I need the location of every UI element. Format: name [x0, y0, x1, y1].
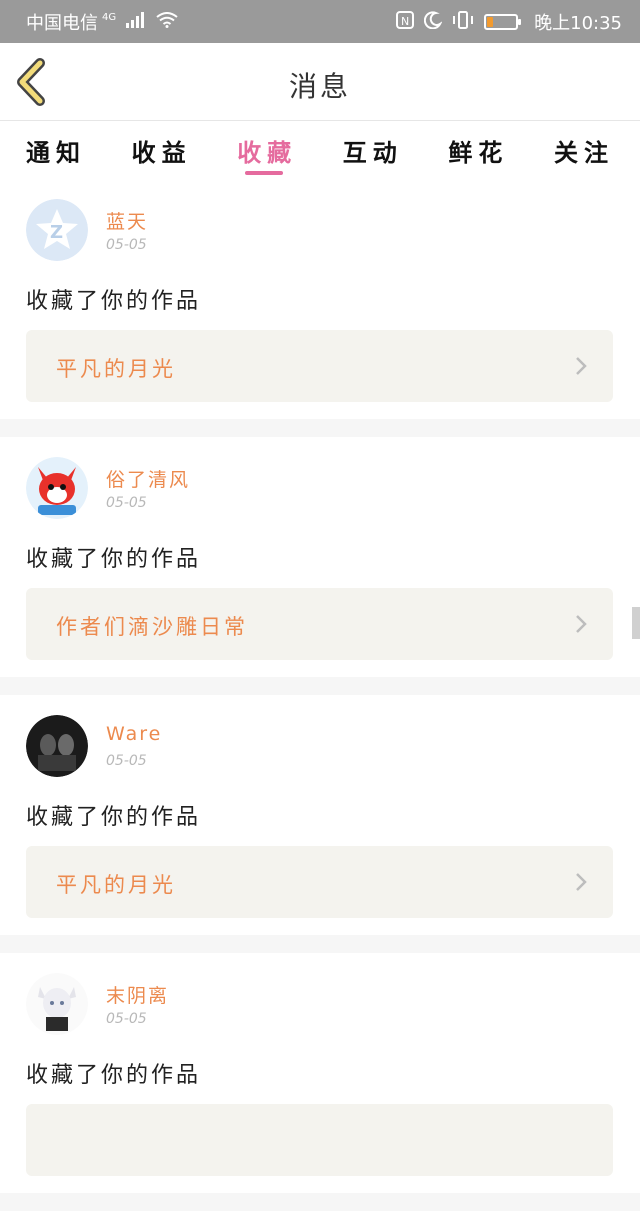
work-link[interactable]: 平凡的月光 — [26, 330, 613, 402]
vibrate-icon — [452, 10, 474, 33]
tab-favorites[interactable]: 收藏 — [237, 121, 297, 179]
tab-earnings[interactable]: 收益 — [132, 121, 192, 179]
svg-text:Z: Z — [50, 222, 63, 243]
username[interactable]: Ware — [106, 723, 162, 745]
username[interactable]: 末阴离 — [106, 981, 169, 1008]
nfc-icon: N — [396, 10, 415, 33]
work-title: 平凡的月光 — [56, 357, 176, 381]
chevron-right-icon — [576, 873, 587, 891]
avatar[interactable] — [26, 457, 88, 519]
username[interactable]: 俗了清风 — [106, 465, 190, 492]
avatar[interactable] — [26, 973, 88, 1035]
svg-text:N: N — [401, 15, 409, 28]
message-date: 05-05 — [106, 1011, 147, 1027]
message-date: 05-05 — [106, 753, 147, 769]
network-label: 4G — [102, 12, 117, 23]
action-text: 收藏了你的作品 — [26, 547, 202, 572]
tab-interaction[interactable]: 互动 — [343, 121, 403, 179]
status-time: 晚上10:35 — [534, 12, 622, 34]
avatar[interactable]: Z — [26, 199, 88, 261]
message-date: 05-05 — [106, 237, 147, 253]
signal-icon — [126, 11, 146, 32]
list-item: Ware 05-05 收藏了你的作品 平凡的月光 — [0, 695, 640, 935]
message-date: 05-05 — [106, 495, 147, 511]
message-list: Z 蓝天 05-05 收藏了你的作品 平凡的月光 俗了清风 05-05 收藏了你… — [0, 179, 640, 1211]
header: 消息 — [0, 43, 640, 121]
action-text: 收藏了你的作品 — [26, 805, 202, 830]
work-link[interactable] — [26, 1104, 613, 1176]
work-title: 平凡的月光 — [56, 873, 176, 897]
moon-icon — [424, 10, 443, 33]
work-title: 作者们滴沙雕日常 — [56, 615, 248, 639]
battery-icon — [484, 13, 522, 30]
default-star-avatar-icon: Z — [26, 199, 88, 261]
avatar[interactable] — [26, 715, 88, 777]
scrollbar[interactable] — [632, 607, 640, 639]
chevron-right-icon — [576, 615, 587, 633]
work-link[interactable]: 作者们滴沙雕日常 — [26, 588, 613, 660]
list-item: Z 蓝天 05-05 收藏了你的作品 平凡的月光 — [0, 179, 640, 419]
username[interactable]: 蓝天 — [106, 207, 148, 234]
dark-photo-avatar-icon — [26, 715, 88, 777]
action-text: 收藏了你的作品 — [26, 1063, 202, 1088]
work-link[interactable]: 平凡的月光 — [26, 846, 613, 918]
wifi-icon — [156, 11, 178, 32]
anime-girl-avatar-icon — [26, 973, 88, 1035]
status-bar: 中国电信 4G N 晚上10:35 — [0, 0, 640, 43]
action-text: 收藏了你的作品 — [26, 289, 202, 314]
chevron-right-icon — [576, 357, 587, 375]
page-title: 消息 — [288, 70, 351, 103]
tab-flowers[interactable]: 鲜花 — [448, 121, 508, 179]
tab-follows[interactable]: 关注 — [554, 121, 614, 179]
list-item: 末阴离 05-05 收藏了你的作品 — [0, 953, 640, 1193]
fox-cartoon-avatar-icon — [26, 457, 88, 519]
tab-bar: 通知 收益 收藏 互动 鲜花 关注 — [0, 121, 640, 179]
carrier-label: 中国电信 — [26, 12, 98, 34]
list-item: 俗了清风 05-05 收藏了你的作品 作者们滴沙雕日常 — [0, 437, 640, 677]
tab-notice[interactable]: 通知 — [26, 121, 86, 179]
